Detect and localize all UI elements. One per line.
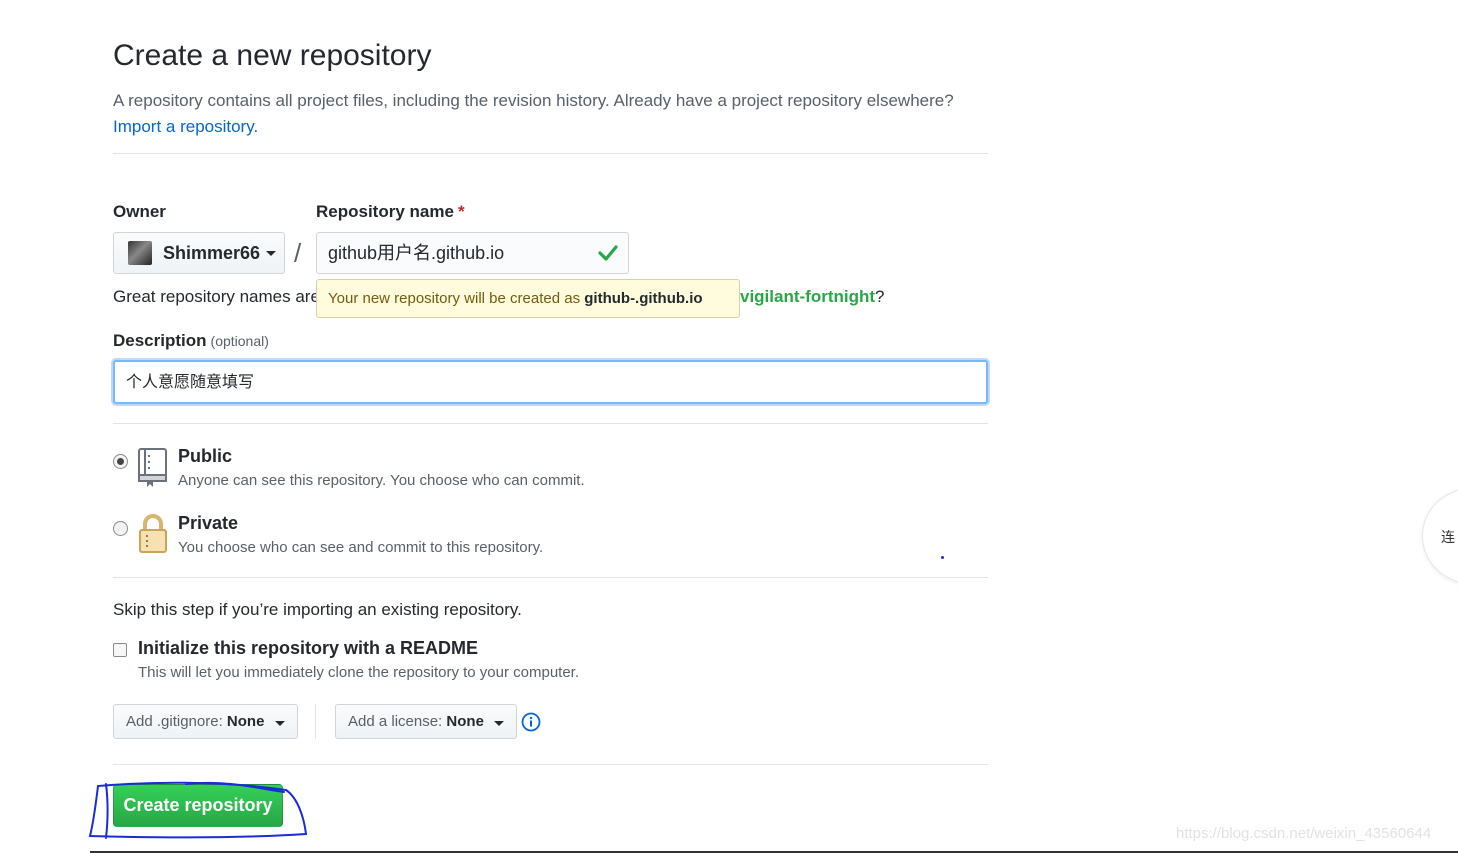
divider	[113, 153, 988, 154]
gitignore-label: Add .gitignore:	[126, 713, 223, 730]
page-subtitle: A repository contains all project files,…	[113, 88, 988, 140]
description-label: Description (optional)	[113, 331, 269, 351]
private-title: Private	[178, 513, 239, 533]
owner-name: Shimmer66	[163, 242, 261, 263]
readme-note: This will let you immediately clone the …	[138, 664, 580, 681]
avatar	[128, 241, 152, 265]
divider	[315, 704, 316, 739]
owner-label: Owner	[113, 202, 166, 221]
chevron-down-icon	[274, 721, 285, 726]
gitignore-value: None	[226, 713, 265, 730]
divider	[113, 423, 988, 424]
divider	[113, 577, 988, 578]
repository-name-value: github用户名.github.io	[328, 243, 505, 263]
info-icon[interactable]	[521, 712, 541, 732]
gitignore-select[interactable]: Add .gitignore: None	[113, 704, 298, 739]
side-widget[interactable]: 连	[1422, 488, 1458, 584]
repo-name-label: Repository name *	[316, 202, 465, 222]
description-value: 个人意愿随意填写	[126, 372, 255, 391]
create-repository-button[interactable]: Create repository	[113, 784, 283, 827]
name-hint-prefix: Great repository names are	[113, 287, 317, 306]
owner-select[interactable]: Shimmer66	[113, 232, 285, 274]
annotation-dot	[941, 556, 944, 559]
repo-icon	[138, 448, 167, 487]
divider	[113, 764, 988, 765]
readme-checkbox[interactable]	[113, 643, 127, 657]
visibility-public-option[interactable]: Public Anyone can see this repository. Y…	[113, 446, 988, 496]
visibility-private-option[interactable]: Private You choose who can see and commi…	[113, 513, 988, 563]
repository-name-input[interactable]: github用户名.github.io	[316, 232, 629, 274]
public-title: Public	[178, 446, 233, 466]
license-label: Add a license:	[348, 713, 443, 730]
lock-icon	[139, 514, 167, 553]
page-title: Create a new repository	[113, 39, 432, 72]
tooltip-repo-name: github-.github.io	[584, 290, 703, 307]
public-radio[interactable]	[113, 454, 128, 469]
check-icon	[598, 245, 618, 261]
name-hint-suffix: ?	[875, 287, 885, 306]
name-suggestion[interactable]: vigilant-fortnight	[740, 287, 875, 306]
chevron-down-icon	[494, 721, 505, 726]
chevron-down-icon	[266, 250, 277, 256]
repo-name-tooltip: Your new repository will be created as g…	[316, 279, 740, 318]
optional-tag: (optional)	[210, 333, 269, 349]
subtitle-text: A repository contains all project files,…	[113, 91, 954, 110]
side-widget-label: 连	[1441, 530, 1455, 546]
name-hint-suggestion-row: vigilant-fortnight?	[740, 287, 885, 307]
description-label-text: Description	[113, 331, 207, 350]
public-note: Anyone can see this repository. You choo…	[178, 472, 585, 489]
skip-step-text: Skip this step if you’re importing an ex…	[113, 600, 522, 619]
watermark: https://blog.csdn.net/weixin_43560644	[1176, 825, 1432, 842]
tooltip-text: Your new repository will be created as	[328, 290, 581, 307]
private-radio[interactable]	[113, 521, 128, 536]
readme-title: Initialize this repository with a README	[138, 638, 479, 658]
license-value: None	[446, 713, 484, 730]
private-note: You choose who can see and commit to thi…	[178, 539, 544, 556]
description-input[interactable]: 个人意愿随意填写	[113, 360, 988, 404]
owner-repo-separator: /	[294, 238, 302, 268]
repo-name-label-text: Repository name	[316, 202, 454, 221]
import-repository-link[interactable]: Import a repository.	[113, 114, 988, 140]
license-select[interactable]: Add a license: None	[335, 704, 518, 739]
required-marker: *	[457, 202, 465, 221]
new-repo-form: Create a new repository A repository con…	[113, 36, 988, 827]
